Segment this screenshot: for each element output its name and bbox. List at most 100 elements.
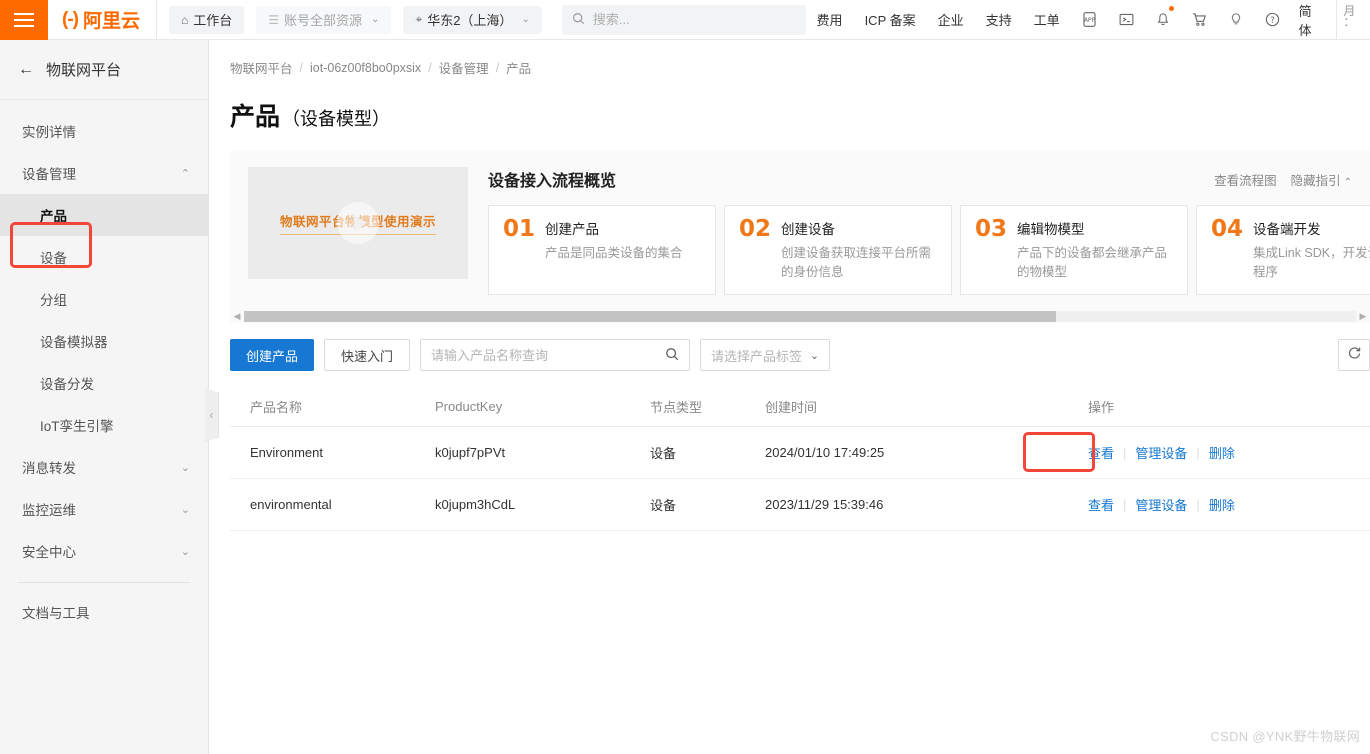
search-icon[interactable]	[665, 347, 679, 364]
sidebar-item-products[interactable]: 产品	[0, 194, 208, 236]
aliyun-logo[interactable]: (-) 阿里云	[48, 0, 157, 40]
sidebar-item-label: 产品	[40, 209, 67, 224]
table-row[interactable]: Environment k0jupf7pPVt 设备 2024/01/10 17…	[230, 427, 1370, 479]
step-description: 集成Link SDK，开发设备端程序	[1253, 246, 1370, 279]
column-header-product-key: ProductKey	[435, 399, 503, 414]
breadcrumb-separator: /	[428, 60, 432, 75]
scroll-left-arrow-icon[interactable]: ◀	[230, 311, 244, 322]
sidebar-header-back[interactable]: ← 物联网平台	[0, 40, 208, 100]
language-selector[interactable]: 简体	[1291, 1, 1337, 39]
product-tag-select[interactable]: 请选择产品标签 ⌄	[700, 339, 831, 371]
breadcrumb-item-instance[interactable]: iot-06z00f8bo0pxsix	[310, 61, 421, 75]
global-search-box[interactable]	[561, 4, 806, 35]
create-product-button[interactable]: 创建产品	[230, 339, 315, 371]
sidebar-header-title: 物联网平台	[46, 62, 122, 79]
step-description: 产品是同品类设备的集合	[545, 246, 683, 260]
sidebar-divider	[18, 582, 190, 583]
sidebar-item-device-distribution[interactable]: 设备分发	[0, 362, 208, 404]
list-icon: ☰	[268, 12, 280, 27]
top-link-ticket[interactable]: 工单	[1023, 10, 1071, 29]
cell-created-at: 2023/11/29 15:39:46	[765, 497, 884, 512]
sidebar: ← 物联网平台 实例详情 设备管理 ⌃ 产品 设备 分组 设备模拟器 设备分发 …	[0, 40, 209, 754]
breadcrumb-item-platform[interactable]: 物联网平台	[230, 58, 293, 77]
breadcrumb-separator: /	[299, 60, 303, 75]
cell-operations: 查看 | 管理设备 | 删除	[1030, 443, 1235, 462]
sidebar-item-label: 设备管理	[22, 167, 76, 182]
scroll-right-arrow-icon[interactable]: ▶	[1356, 311, 1370, 322]
sidebar-item-device-management[interactable]: 设备管理 ⌃	[0, 152, 208, 194]
refresh-button[interactable]	[1338, 339, 1370, 371]
all-resources-dropdown[interactable]: ☰ 账号全部资源 ⌄	[256, 5, 392, 34]
sidebar-item-label: 设备分发	[40, 377, 94, 392]
notification-dot	[1168, 6, 1174, 11]
sidebar-item-iot-twin-engine[interactable]: IoT孪生引擎	[0, 404, 208, 446]
scrollbar-track[interactable]	[244, 310, 1356, 322]
product-search-input[interactable]	[431, 347, 666, 363]
chevron-down-icon: ⌄	[521, 14, 530, 25]
sidebar-item-message-forwarding[interactable]: 消息转发 ⌄	[0, 446, 208, 488]
guide-step-01[interactable]: 01 创建产品 产品是同品类设备的集合	[488, 205, 716, 295]
svg-text:APP: APP	[1084, 17, 1096, 24]
operation-separator: |	[1196, 497, 1200, 512]
manage-devices-link[interactable]: 管理设备	[1135, 495, 1187, 514]
chevron-down-icon: ⌄	[180, 461, 190, 474]
sidebar-item-label: 文档与工具	[22, 606, 90, 621]
breadcrumb-item-device-management[interactable]: 设备管理	[439, 58, 489, 77]
aliyun-brand-name: 阿里云	[82, 11, 140, 32]
quick-start-button[interactable]: 快速入门	[324, 339, 411, 371]
manage-devices-link[interactable]: 管理设备	[1135, 443, 1187, 462]
sidebar-item-monitoring-ops[interactable]: 监控运维 ⌄	[0, 488, 208, 530]
guide-step-02[interactable]: 02 创建设备 创建设备获取连接平台所需的身份信息	[724, 205, 952, 295]
top-link-fees[interactable]: 费用	[806, 10, 854, 29]
workbench-button[interactable]: ⌂ 工作台	[169, 5, 245, 34]
sidebar-item-groups[interactable]: 分组	[0, 278, 208, 320]
terminal-icon[interactable]	[1108, 11, 1145, 28]
hamburger-menu-icon[interactable]	[0, 0, 48, 40]
delete-link[interactable]: 删除	[1209, 443, 1235, 462]
step-description: 产品下的设备都会继承产品的物模型	[1017, 246, 1168, 279]
view-link[interactable]: 查看	[1088, 495, 1114, 514]
cell-node-type: 设备	[650, 498, 677, 513]
chevron-up-icon: ⌃	[1343, 176, 1352, 188]
region-label: 华东2（上海）	[427, 13, 513, 28]
top-link-support[interactable]: 支持	[975, 10, 1023, 29]
help-icon[interactable]: ?	[1254, 11, 1291, 28]
table-row[interactable]: environmental k0jupm3hCdL 设备 2023/11/29 …	[230, 479, 1370, 531]
sidebar-item-docs-and-tools[interactable]: 文档与工具	[0, 591, 208, 633]
onboarding-guide-card: 物联网平台物模型使用演示 设备接入流程概览 查看流程图 隐藏指引⌃ 01	[230, 151, 1370, 323]
sidebar-item-instance-details[interactable]: 实例详情	[0, 110, 208, 152]
guide-header: 设备接入流程概览 查看流程图 隐藏指引 ⌃	[488, 167, 1352, 191]
sidebar-collapse-handle[interactable]: ‹	[205, 388, 219, 442]
scrollbar-thumb[interactable]	[244, 310, 1056, 322]
guide-horizontal-scrollbar[interactable]: ◀ ▶	[230, 309, 1370, 323]
all-resources-label: 账号全部资源	[284, 13, 363, 28]
app-icon[interactable]: APP	[1071, 11, 1108, 28]
top-link-enterprise[interactable]: 企业	[927, 10, 975, 29]
top-link-icp[interactable]: ICP 备案	[854, 10, 927, 29]
global-search-input[interactable]	[592, 12, 796, 27]
play-icon[interactable]	[337, 202, 379, 244]
table-header-row: 产品名称 ProductKey 节点类型 创建时间 操作	[230, 387, 1370, 427]
sidebar-item-security-center[interactable]: 安全中心 ⌄	[0, 530, 208, 572]
sidebar-item-device-simulator[interactable]: 设备模拟器	[0, 320, 208, 362]
sidebar-item-label: 消息转发	[22, 461, 76, 476]
guide-step-04[interactable]: 04 设备端开发 集成Link SDK，开发设备端程序	[1196, 205, 1370, 295]
sidebar-item-label: 监控运维	[22, 503, 76, 518]
region-selector[interactable]: ⌖ 华东2（上海） ⌄	[403, 5, 542, 34]
delete-link[interactable]: 删除	[1209, 495, 1235, 514]
operation-separator: |	[1123, 445, 1127, 460]
product-search-box[interactable]	[420, 339, 691, 371]
demo-video-thumbnail[interactable]: 物联网平台物模型使用演示	[248, 167, 468, 279]
view-link[interactable]: 查看	[1088, 443, 1114, 462]
sidebar-item-label: 设备	[40, 251, 67, 266]
sidebar-item-devices[interactable]: 设备	[0, 236, 208, 278]
hide-guide-link[interactable]: 隐藏指引 ⌃	[1291, 170, 1352, 189]
cell-product-name: environmental	[250, 497, 332, 512]
lightbulb-icon[interactable]	[1218, 11, 1254, 28]
cell-node-type: 设备	[650, 446, 677, 461]
notification-bell-icon[interactable]	[1145, 6, 1181, 28]
view-flow-diagram-link[interactable]: 查看流程图	[1214, 170, 1277, 189]
shopping-cart-icon[interactable]	[1181, 11, 1218, 28]
user-account-area[interactable]: 月：	[1336, 0, 1370, 40]
guide-step-03[interactable]: 03 编辑物模型 产品下的设备都会继承产品的物模型	[960, 205, 1188, 295]
